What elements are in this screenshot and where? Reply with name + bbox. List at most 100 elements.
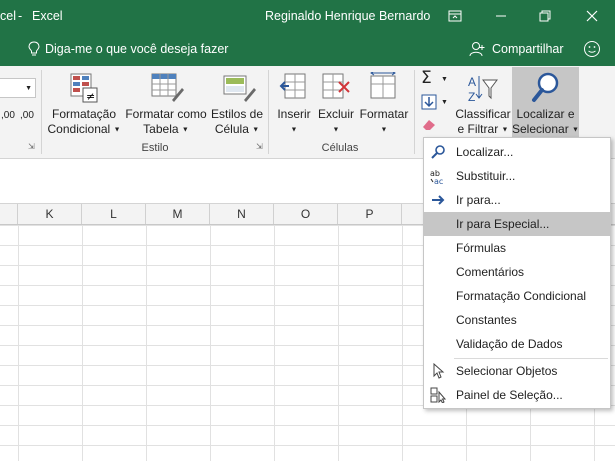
user-name[interactable]: Reginaldo Henrique Bernardo — [265, 9, 430, 23]
group-separator — [268, 70, 269, 154]
svg-text:ac: ac — [434, 177, 443, 184]
dialog-launcher-icon[interactable]: ⇲ — [28, 142, 35, 151]
chevron-down-icon: ▼ — [113, 126, 121, 134]
ribbon-display-options-icon[interactable] — [432, 0, 478, 32]
menu-item-goto-special[interactable]: Ir para Especial... — [424, 212, 610, 236]
menu-item-comments[interactable]: Comentários — [424, 260, 610, 284]
cell-styles-button[interactable]: Estilos de Célula ▼ — [208, 107, 266, 137]
restore-icon[interactable] — [522, 0, 568, 32]
format-button[interactable]: Formatar ▼ — [356, 107, 412, 137]
menu-item-replace[interactable]: ab ac Substituir... — [424, 164, 610, 188]
cell-styles-label-1: Estilos de — [210, 107, 264, 121]
menu-item-constants[interactable]: Constantes — [424, 308, 610, 332]
grid-line — [18, 225, 19, 461]
minimize-icon[interactable] — [478, 0, 524, 32]
magnifier-icon — [532, 72, 559, 102]
group-label-style: Estilo — [141, 142, 169, 154]
smiley-feedback-icon[interactable] — [583, 40, 601, 58]
share-button[interactable]: Compartilhar — [492, 42, 564, 56]
menu-item-label: Painel de Seleção... — [456, 388, 563, 402]
menu-item-label: Fórmulas — [456, 241, 507, 255]
conditional-formatting-label-1: Formatação — [51, 107, 117, 121]
format-as-table-icon — [151, 73, 184, 102]
column-header-o[interactable]: O — [274, 204, 338, 224]
magnifier-icon — [431, 145, 445, 159]
menu-item-label: Ir para Especial... — [456, 217, 550, 231]
delete-button[interactable]: Excluir ▼ — [315, 107, 357, 137]
sigma-icon: Σ — [421, 68, 432, 88]
chevron-down-icon: ▼ — [441, 76, 448, 83]
chevron-down-icon: ▼ — [572, 126, 579, 134]
column-header-m[interactable]: M — [146, 204, 210, 224]
window-title-partial: cel — [0, 9, 16, 23]
close-icon[interactable] — [569, 0, 615, 32]
menu-item-data-validation[interactable]: Validação de Dados — [424, 332, 610, 356]
menu-item-conditional-formatting[interactable]: Formatação Condicional — [424, 284, 610, 308]
column-header-n[interactable]: N — [210, 204, 274, 224]
menu-item-label: Localizar... — [456, 145, 514, 159]
menu-item-label: Comentários — [456, 265, 525, 279]
grid-line — [402, 225, 403, 461]
svg-text:A: A — [468, 75, 476, 89]
number-format-dropdown[interactable]: ▼ — [0, 78, 36, 98]
delete-label: Excluir — [317, 107, 354, 121]
find-select-label-1: Localizar e — [516, 107, 575, 121]
eraser-icon — [423, 120, 435, 130]
svg-text:Z: Z — [468, 90, 475, 104]
svg-text:≠: ≠ — [86, 90, 95, 103]
tell-me-input[interactable]: Diga-me o que você deseja fazer — [45, 42, 228, 56]
find-select-label-2: Selecionar — [512, 122, 569, 136]
replace-ab-ac-icon: abac — [430, 169, 443, 184]
insert-cells-icon — [279, 73, 306, 99]
chevron-down-icon: ▼ — [380, 126, 388, 134]
grid-line — [146, 225, 147, 461]
decrease-decimal-button[interactable]: ,00 — [20, 110, 34, 121]
lightbulb-icon — [28, 41, 40, 56]
menu-item-goto[interactable]: Ir para... — [424, 188, 610, 212]
sort-filter-label-2: e Filtrar — [457, 122, 499, 136]
fill-down-icon — [421, 94, 437, 110]
cell-styles-icon — [223, 75, 256, 102]
format-as-table-label-2: Tabela — [143, 122, 179, 136]
clear-button[interactable] — [421, 117, 439, 133]
chevron-down-icon: ▼ — [25, 85, 32, 92]
grid-line — [210, 225, 211, 461]
delete-cells-icon — [322, 73, 350, 99]
selection-pane-icon — [430, 387, 446, 403]
chevron-down-icon: ▼ — [181, 126, 189, 134]
title-bar: cel - Excel Reginaldo Henrique Bernardo — [0, 0, 615, 32]
window-title-app: Excel — [32, 9, 63, 23]
menu-item-select-objects[interactable]: Selecionar Objetos — [424, 359, 610, 383]
person-icon — [469, 42, 485, 57]
tell-me-bar: Diga-me o que você deseja fazer Comparti… — [0, 32, 615, 66]
format-as-table-button[interactable]: Formatar como Tabela ▼ — [123, 107, 209, 137]
insert-button[interactable]: Inserir ▼ — [271, 107, 317, 137]
cursor-arrow-icon — [433, 363, 445, 379]
chevron-down-icon: ▼ — [332, 126, 340, 134]
group-separator — [41, 70, 42, 154]
column-header-p[interactable]: P — [338, 204, 402, 224]
conditional-formatting-button[interactable]: Formatação Condicional ▼ — [44, 107, 124, 137]
fill-button[interactable]: ▼ — [421, 94, 451, 112]
chevron-down-icon: ▼ — [501, 126, 509, 134]
find-select-button[interactable]: Localizar e Selecionar ▼ — [512, 67, 579, 139]
menu-item-label: Constantes — [456, 313, 517, 327]
menu-item-label: Validação de Dados — [456, 337, 563, 351]
menu-item-selection-pane[interactable]: Painel de Seleção... — [424, 383, 610, 407]
chevron-down-icon: ▼ — [252, 126, 260, 134]
menu-item-label: Ir para... — [456, 193, 501, 207]
menu-item-label: Substituir... — [456, 169, 516, 183]
sort-filter-button[interactable]: Classificar e Filtrar ▼ — [453, 107, 513, 137]
column-header-partial[interactable] — [0, 204, 18, 224]
column-header-k[interactable]: K — [18, 204, 82, 224]
sort-filter-label-1: Classificar — [455, 107, 511, 121]
dialog-launcher-icon[interactable]: ⇲ — [256, 142, 263, 151]
menu-item-label: Formatação Condicional — [456, 289, 587, 303]
menu-item-formulas[interactable]: Fórmulas — [424, 236, 610, 260]
format-cells-icon — [370, 72, 396, 99]
menu-item-find[interactable]: Localizar... — [424, 140, 610, 164]
increase-decimal-button[interactable]: ,00 — [1, 110, 15, 121]
group-label-cells: Células — [321, 142, 359, 154]
autosum-button[interactable]: Σ ▼ — [421, 68, 451, 88]
column-header-l[interactable]: L — [82, 204, 146, 224]
